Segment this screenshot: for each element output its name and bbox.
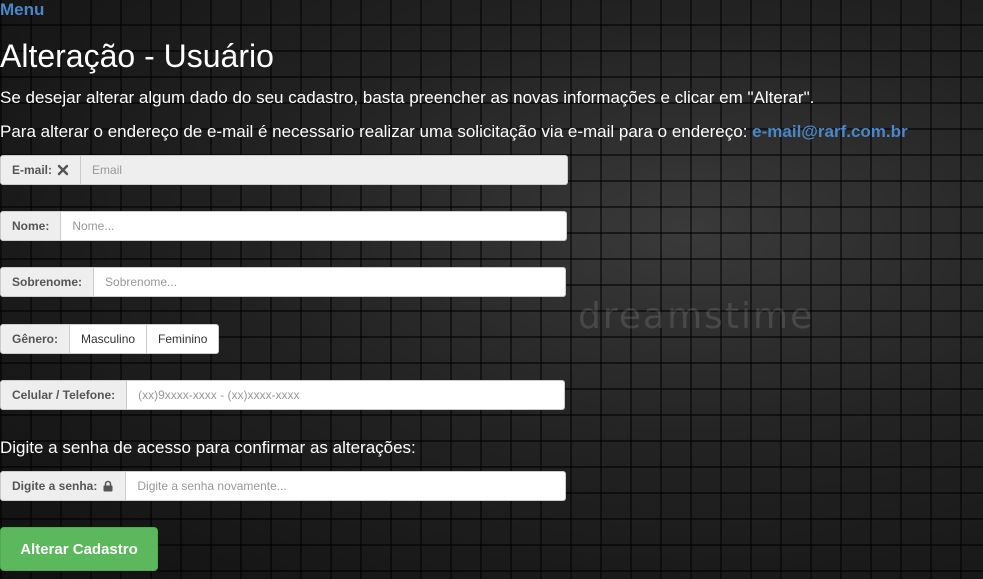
times-icon bbox=[57, 164, 69, 176]
confirm-text: Digite a senha de acesso para confirmar … bbox=[0, 438, 416, 457]
senha-row: Digite a senha: bbox=[0, 471, 567, 501]
telefone-row: Celular / Telefone: bbox=[0, 380, 566, 410]
page-title: Alteração - Usuário bbox=[0, 38, 274, 74]
email-label: E-mail: bbox=[0, 155, 82, 185]
telefone-label: Celular / Telefone: bbox=[0, 380, 128, 410]
sobrenome-label: Sobrenome: bbox=[0, 267, 95, 297]
email-input[interactable] bbox=[81, 155, 569, 185]
genero-feminino-button[interactable]: Feminino bbox=[147, 324, 220, 354]
senha-label: Digite a senha: bbox=[0, 471, 127, 501]
sobrenome-input[interactable] bbox=[94, 267, 567, 297]
info-text: Se desejar alterar algum dado do seu cad… bbox=[0, 88, 815, 107]
genero-label: Gênero: bbox=[0, 324, 71, 354]
alterar-cadastro-button[interactable]: Alterar Cadastro bbox=[0, 527, 158, 571]
senha-input[interactable] bbox=[126, 471, 567, 501]
sobrenome-row: Sobrenome: bbox=[0, 267, 567, 297]
nome-label: Nome: bbox=[0, 211, 62, 241]
genero-row: Gênero: Masculino Feminino bbox=[0, 324, 220, 354]
email-label-text: E-mail: bbox=[12, 163, 53, 177]
menu-link[interactable]: Menu bbox=[0, 0, 44, 20]
email-row: E-mail: bbox=[0, 155, 569, 185]
lock-icon bbox=[103, 480, 113, 492]
email-change-text: Para alterar o endereço de e-mail é nece… bbox=[0, 122, 753, 141]
nome-row: Nome: bbox=[0, 211, 568, 241]
telefone-input[interactable] bbox=[127, 380, 566, 410]
senha-label-text: Digite a senha: bbox=[12, 479, 98, 493]
watermark: dreamstime bbox=[578, 296, 815, 337]
contact-email-link[interactable]: e-mail@rarf.com.br bbox=[752, 122, 907, 141]
email-change-info: Para alterar o endereço de e-mail é nece… bbox=[0, 122, 908, 142]
genero-masculino-button[interactable]: Masculino bbox=[70, 324, 148, 354]
nome-input[interactable] bbox=[61, 211, 568, 241]
